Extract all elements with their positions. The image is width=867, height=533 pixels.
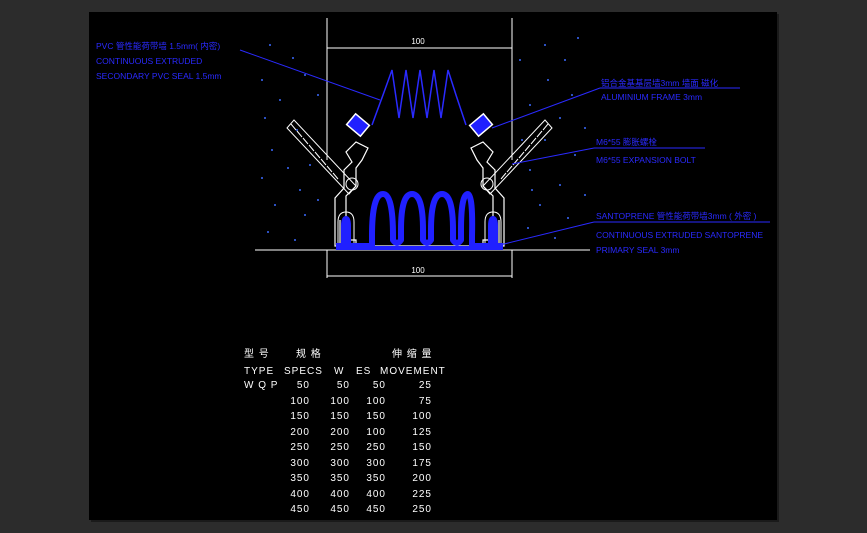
table-cell: 300	[330, 457, 350, 469]
table-cell: 200	[330, 426, 350, 438]
table-header-movement-cn: 伸 缩 量	[392, 349, 433, 360]
table-cell: 400	[330, 488, 350, 500]
table-cell: 250	[412, 504, 432, 515]
table-cell: 50	[336, 380, 350, 391]
table-cell: 400	[290, 488, 310, 500]
table-cell: 300	[290, 457, 310, 469]
spec-table: 型 号 规 格 伸 缩 量 TYPE SPECS W ES MOVEMENT	[0, 0, 867, 533]
table-cell: 350	[330, 473, 350, 484]
table-cell: W Q P	[244, 380, 279, 391]
table-header-movement: MOVEMENT	[380, 366, 446, 377]
table-cell: 100	[330, 395, 350, 407]
table-cell: 300	[366, 457, 386, 469]
table-header-specs-cn: 规 格	[296, 349, 322, 360]
table-cell: 150	[290, 411, 310, 422]
table-cell: 450	[330, 504, 350, 515]
table-cell: 450	[290, 504, 310, 515]
table-header-type: TYPE	[244, 366, 275, 377]
table-cell: 150	[330, 411, 350, 422]
table-cell: 50	[372, 380, 386, 391]
table-cell: 100	[366, 395, 386, 407]
table-cell: 175	[412, 457, 432, 469]
table-cell: 125	[412, 426, 432, 438]
table-cell: 100	[366, 426, 386, 438]
table-cell: 350	[366, 473, 386, 484]
table-cell: 250	[330, 442, 350, 453]
table-cell: 400	[366, 488, 386, 500]
table-cell: 150	[412, 442, 432, 453]
table-cell: 25	[418, 380, 432, 391]
table-cell: 250	[366, 442, 386, 453]
table-header-type-cn: 型 号	[244, 349, 270, 360]
table-cell: 50	[296, 380, 310, 391]
table-cell: 250	[290, 442, 310, 453]
table-header-es: ES	[356, 366, 372, 377]
table-cell: 100	[290, 395, 310, 407]
table-header-specs: SPECS	[284, 366, 323, 377]
table-cell: 100	[412, 411, 432, 422]
table-cell: 225	[412, 488, 432, 500]
table-cell: 200	[290, 426, 310, 438]
table-header-w: W	[334, 366, 345, 377]
table-cell: 150	[366, 411, 386, 422]
table-cell: 75	[418, 395, 432, 407]
table-cell: 200	[412, 473, 432, 484]
table-cell: 450	[366, 504, 386, 515]
table-cell: 350	[290, 473, 310, 484]
